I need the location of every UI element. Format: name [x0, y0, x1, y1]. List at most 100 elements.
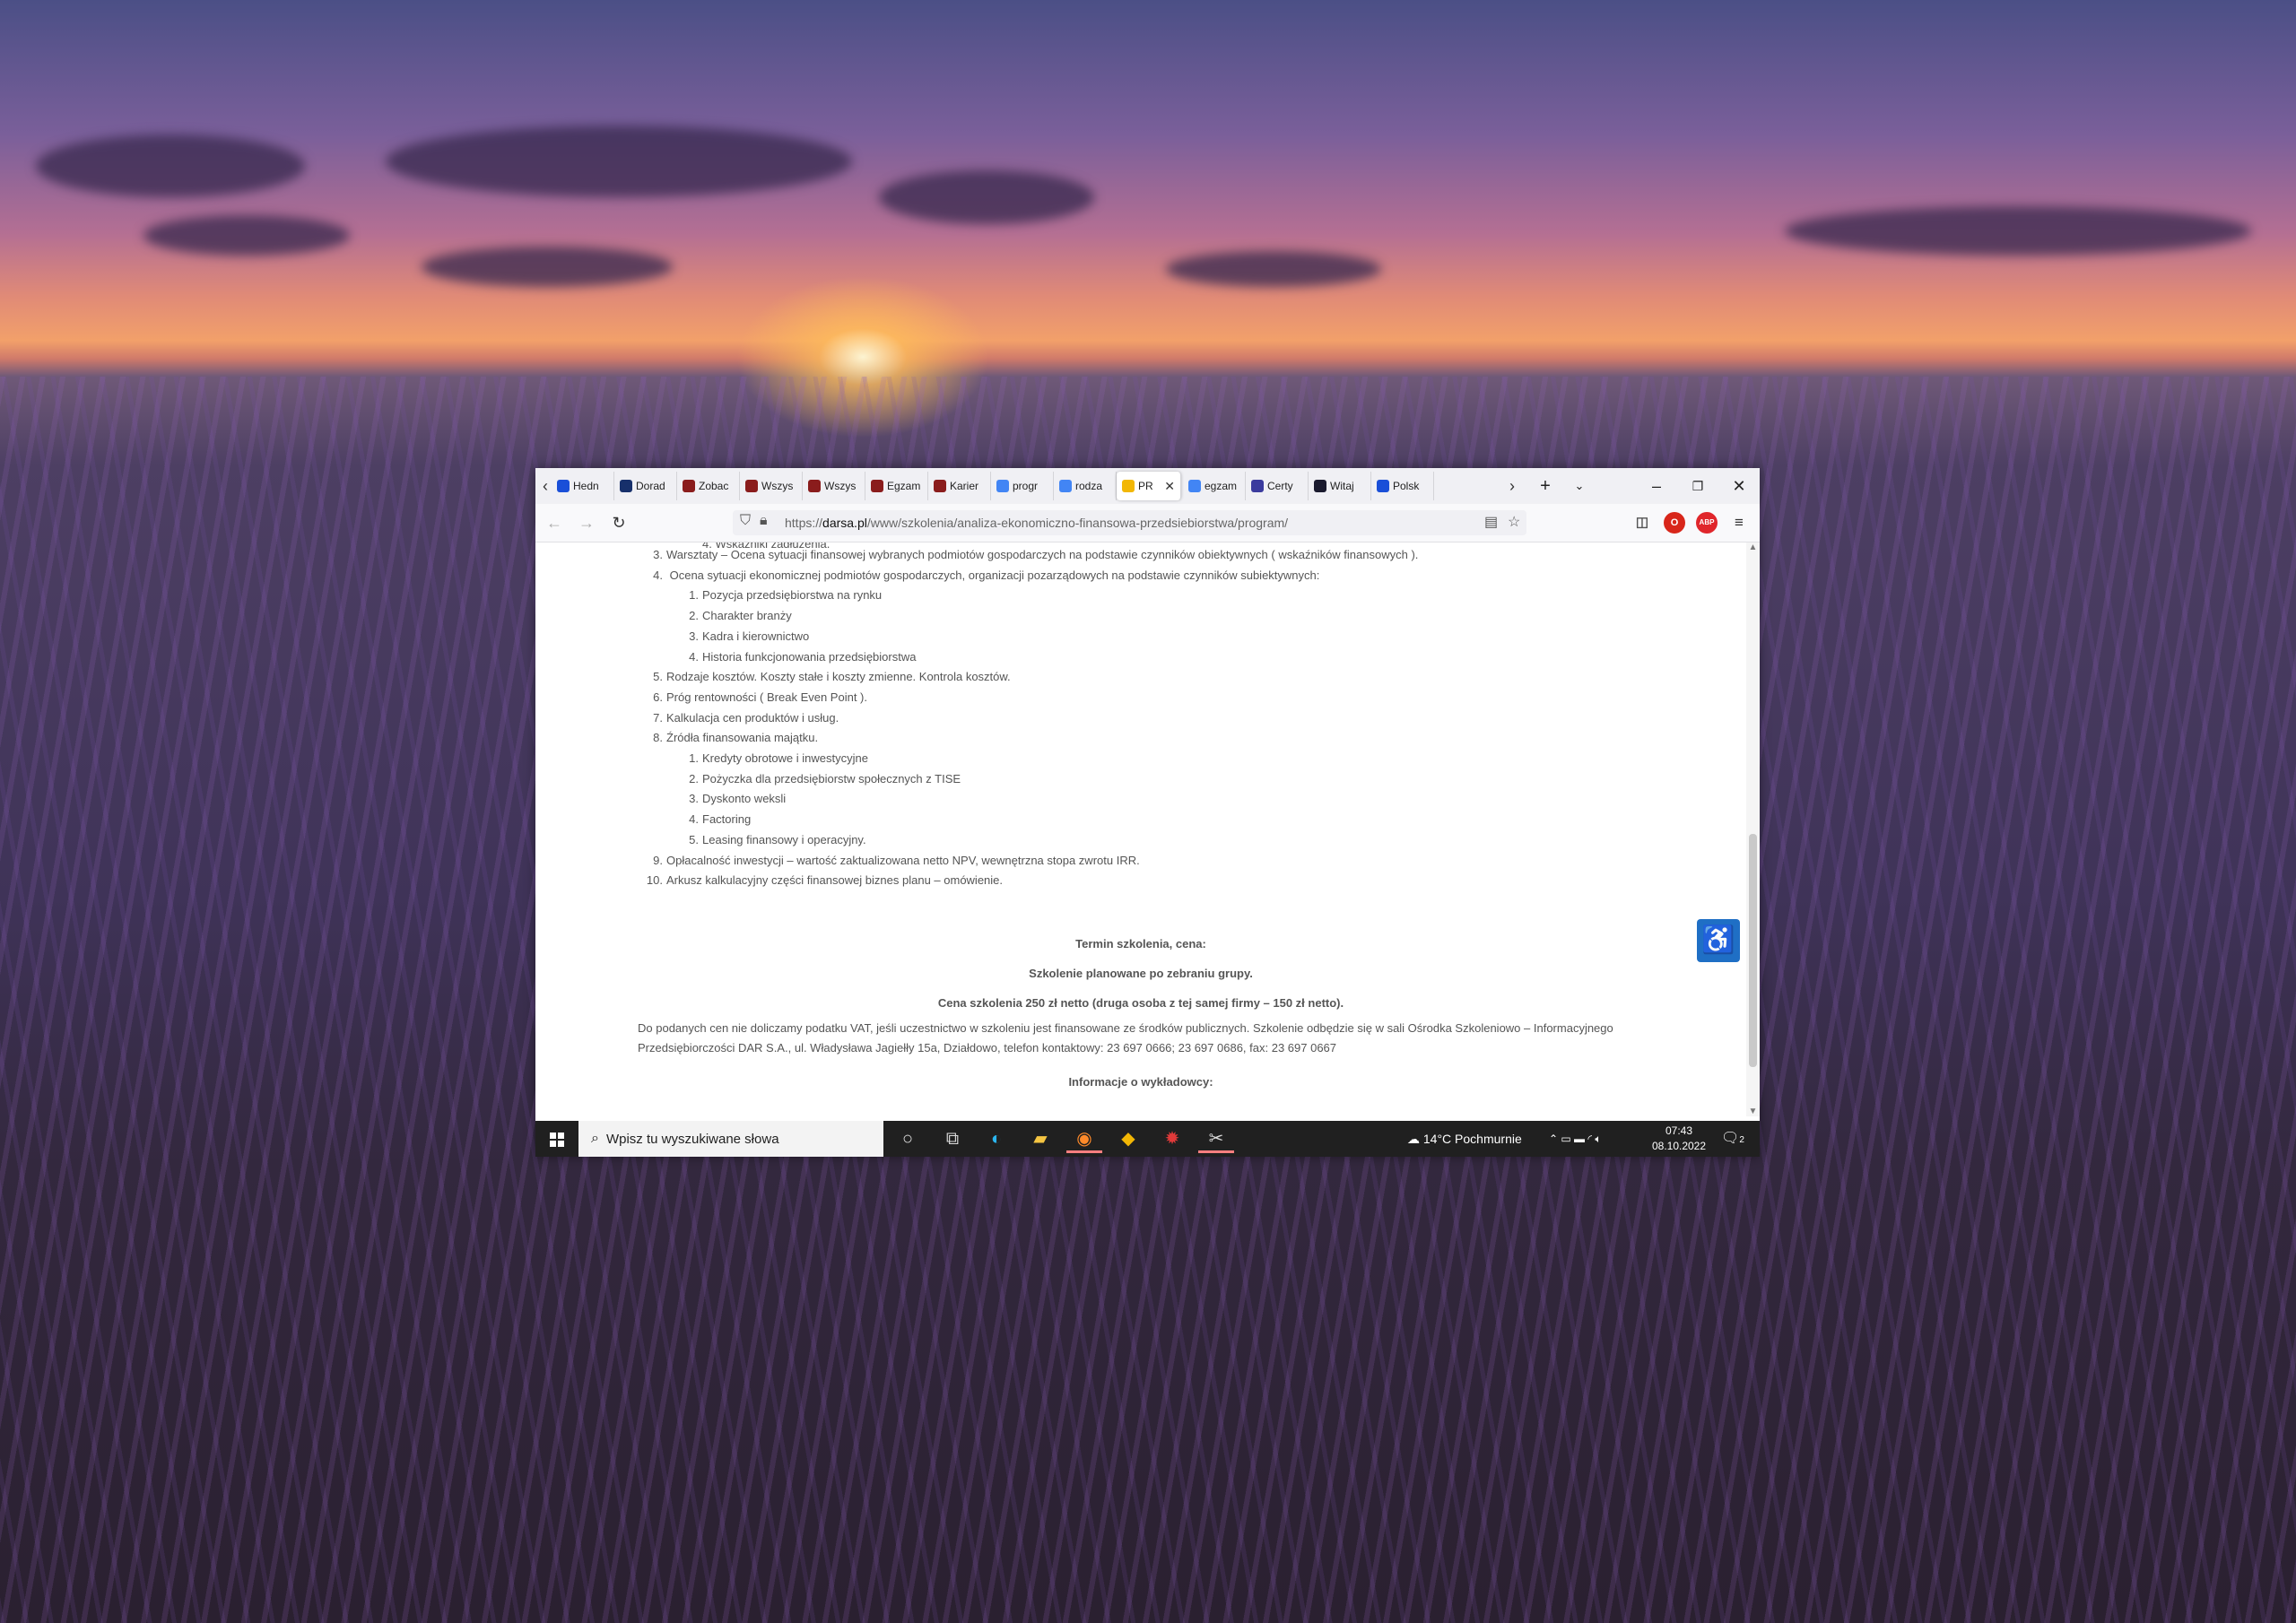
task-view-icon[interactable]: ⧉ — [935, 1124, 970, 1153]
app-icon[interactable]: ◆ — [1110, 1124, 1146, 1153]
browser-tab[interactable]: Hedn — [552, 472, 614, 500]
tab-bar: ‹ Hedn Dorad Zobac Wszys Wszys Egzam Karier pro… — [535, 468, 1760, 504]
browser-tab[interactable]: Polsk — [1371, 472, 1434, 500]
list-text: Kredyty obrotowe i inwestycyjne — [702, 751, 868, 765]
url-text[interactable]: https://darsa.pl/www/szkolenia/analiza-e… — [785, 516, 1288, 530]
list-number: 7. — [653, 710, 663, 725]
browser-tab[interactable]: Witaj — [1309, 472, 1371, 500]
tray-icons[interactable]: ⌃ ▭ ▬ ◜ 🔈︎ — [1549, 1121, 1602, 1157]
edge-icon[interactable]: ◐ — [978, 1124, 1014, 1153]
tab-favicon-icon — [808, 480, 821, 492]
clock[interactable]: 07:43 08.10.2022 — [1648, 1124, 1710, 1154]
browser-tab[interactable]: Wszys — [740, 472, 803, 500]
search-icon: ⌕ — [591, 1131, 599, 1146]
taskbar-search-box[interactable]: ⌕ Wpisz tu wyszukiwane słowa — [578, 1121, 883, 1157]
list-number: 5. — [653, 670, 663, 684]
back-button[interactable]: ← — [543, 511, 566, 534]
windows-logo-icon — [550, 1133, 564, 1147]
list-number: 4. — [653, 568, 663, 582]
list-item: 8. Źródła finansowania majątku. — [638, 731, 818, 744]
scroll-up-arrow[interactable]: ▲ — [1746, 542, 1760, 552]
list-number: 10. — [646, 873, 663, 888]
list-text: Kalkulacja cen produktów i usług. — [666, 710, 839, 725]
scroll-down-arrow[interactable]: ▼ — [1746, 1107, 1760, 1116]
browser-tab[interactable]: Karier — [928, 472, 991, 500]
list-text: Kadra i kierownictwo — [702, 629, 810, 643]
opera-extension-icon[interactable]: O — [1664, 512, 1685, 534]
firefox-window: ‹ Hedn Dorad Zobac Wszys Wszys Egzam Karier pro… — [535, 468, 1760, 1157]
notifications-button[interactable]: 🗨︎2 — [1721, 1121, 1744, 1157]
reload-button[interactable]: ↻ — [607, 511, 631, 534]
file-explorer-icon[interactable]: ▰ — [1022, 1124, 1058, 1153]
termin-heading: Termin szkolenia, cena: — [1075, 937, 1206, 950]
menu-icon[interactable]: ≡ — [1728, 512, 1750, 534]
bookmark-star-icon[interactable]: ☆ — [1508, 513, 1520, 531]
list-text: Charakter branży — [702, 609, 792, 623]
tab-scroll-right-button[interactable]: › — [1504, 468, 1520, 504]
browser-tab[interactable]: Dorad — [614, 472, 677, 500]
firefox-icon[interactable]: ◉ — [1066, 1124, 1102, 1153]
list-number: 3. — [653, 548, 663, 561]
tab-favicon-icon — [1251, 480, 1264, 492]
url-bar[interactable]: ⛉ 🔒︎ https://darsa.pl/www/szkolenia/anal… — [733, 510, 1526, 535]
list-text: Factoring — [702, 812, 752, 827]
tab-favicon-icon — [1314, 480, 1326, 492]
list-number: 3. — [689, 792, 699, 806]
restore-button[interactable]: ❐ — [1677, 468, 1718, 504]
minimize-button[interactable]: – — [1636, 468, 1677, 504]
tab-favicon-icon — [1122, 480, 1135, 492]
lecturer-heading: Informacje o wykładowcy: — [1068, 1075, 1213, 1089]
browser-tab[interactable]: PR ✕ — [1117, 472, 1181, 500]
list-text: Opłacalność inwestycji – wartość zaktual… — [666, 853, 1140, 867]
planned-text: Szkolenie planowane po zebraniu grupy. — [1029, 967, 1253, 980]
cloud — [144, 215, 350, 256]
list-number: 4. — [689, 649, 699, 664]
browser-tab[interactable]: Certy — [1246, 472, 1309, 500]
snipping-tool-icon[interactable]: ✂ — [1198, 1124, 1234, 1153]
windows-taskbar: ⌕ Wpisz tu wyszukiwane słowa ○ ⧉ ◐ ▰ ◉ ◆… — [535, 1121, 1760, 1157]
cloud — [36, 135, 305, 197]
browser-tab[interactable]: egzam — [1183, 472, 1246, 500]
lock-icon[interactable]: 🔒︎ — [760, 513, 768, 529]
browser-tab[interactable]: Wszys — [803, 472, 865, 500]
page-content: 4. Wskaźniki zadłużenia. 3. Warsztaty – O… — [535, 542, 1746, 1116]
forward-button[interactable]: → — [575, 511, 598, 534]
list-text: Ocena sytuacji ekonomicznej podmiotów go… — [666, 568, 1320, 582]
sub-list-item: 5. Leasing finansowy i operacyjny. — [674, 832, 865, 846]
close-tab-icon[interactable]: ✕ — [1164, 479, 1175, 494]
list-item: 9. Opłacalność inwestycji – wartość zaktu… — [638, 854, 1140, 867]
list-item: 4. Ocena sytuacji ekonomicznej podmiotów… — [638, 568, 1319, 582]
cloud — [386, 126, 852, 197]
sub-list-item: 4. Historia funkcjonowania przedsiębiorst… — [674, 650, 916, 664]
adblock-icon[interactable]: ABP — [1696, 512, 1718, 534]
cortana-icon[interactable]: ○ — [890, 1124, 926, 1153]
start-button[interactable] — [535, 1121, 578, 1157]
tab-label: Wszys — [761, 480, 794, 492]
sub-list-item: 1. Kredyty obrotowe i inwestycyjne — [674, 751, 868, 765]
scrollbar-thumb[interactable] — [1749, 834, 1757, 1067]
list-text: Rodzaje kosztów. Koszty stałe i koszty z… — [666, 670, 1011, 684]
time: 07:43 — [1665, 1124, 1693, 1137]
weather-widget[interactable]: ☁ 14°C Pochmurnie — [1407, 1121, 1522, 1157]
browser-tab[interactable]: Egzam — [865, 472, 928, 500]
list-tabs-button[interactable]: ⌄ — [1559, 468, 1600, 504]
accessibility-button[interactable]: ♿ — [1697, 919, 1740, 962]
browser-tab[interactable]: progr — [991, 472, 1054, 500]
security-app-icon[interactable]: ✹ — [1154, 1124, 1190, 1153]
page-scrollbar[interactable]: ▲ ▼ — [1746, 542, 1760, 1116]
shield-icon[interactable]: ⛉ — [740, 513, 751, 529]
browser-tab[interactable]: rodza — [1054, 472, 1117, 500]
tab-label: Dorad — [636, 480, 665, 492]
browser-tab[interactable]: Zobac — [677, 472, 740, 500]
list-text: Warsztaty – Ocena sytuacji finansowej wy… — [666, 548, 1419, 561]
list-number: 5. — [689, 832, 699, 846]
tab-favicon-icon — [934, 480, 946, 492]
reader-view-icon[interactable]: ▤ — [1484, 513, 1498, 531]
pocket-icon[interactable]: ◫ — [1631, 512, 1653, 534]
list-item: 7. Kalkulacja cen produktów i usług. — [638, 711, 839, 725]
tab-favicon-icon — [996, 480, 1009, 492]
tab-label: Witaj — [1330, 480, 1354, 492]
close-window-button[interactable]: ✕ — [1718, 468, 1760, 504]
notification-count: 2 — [1739, 1135, 1744, 1145]
tab-label: PR — [1138, 480, 1153, 492]
